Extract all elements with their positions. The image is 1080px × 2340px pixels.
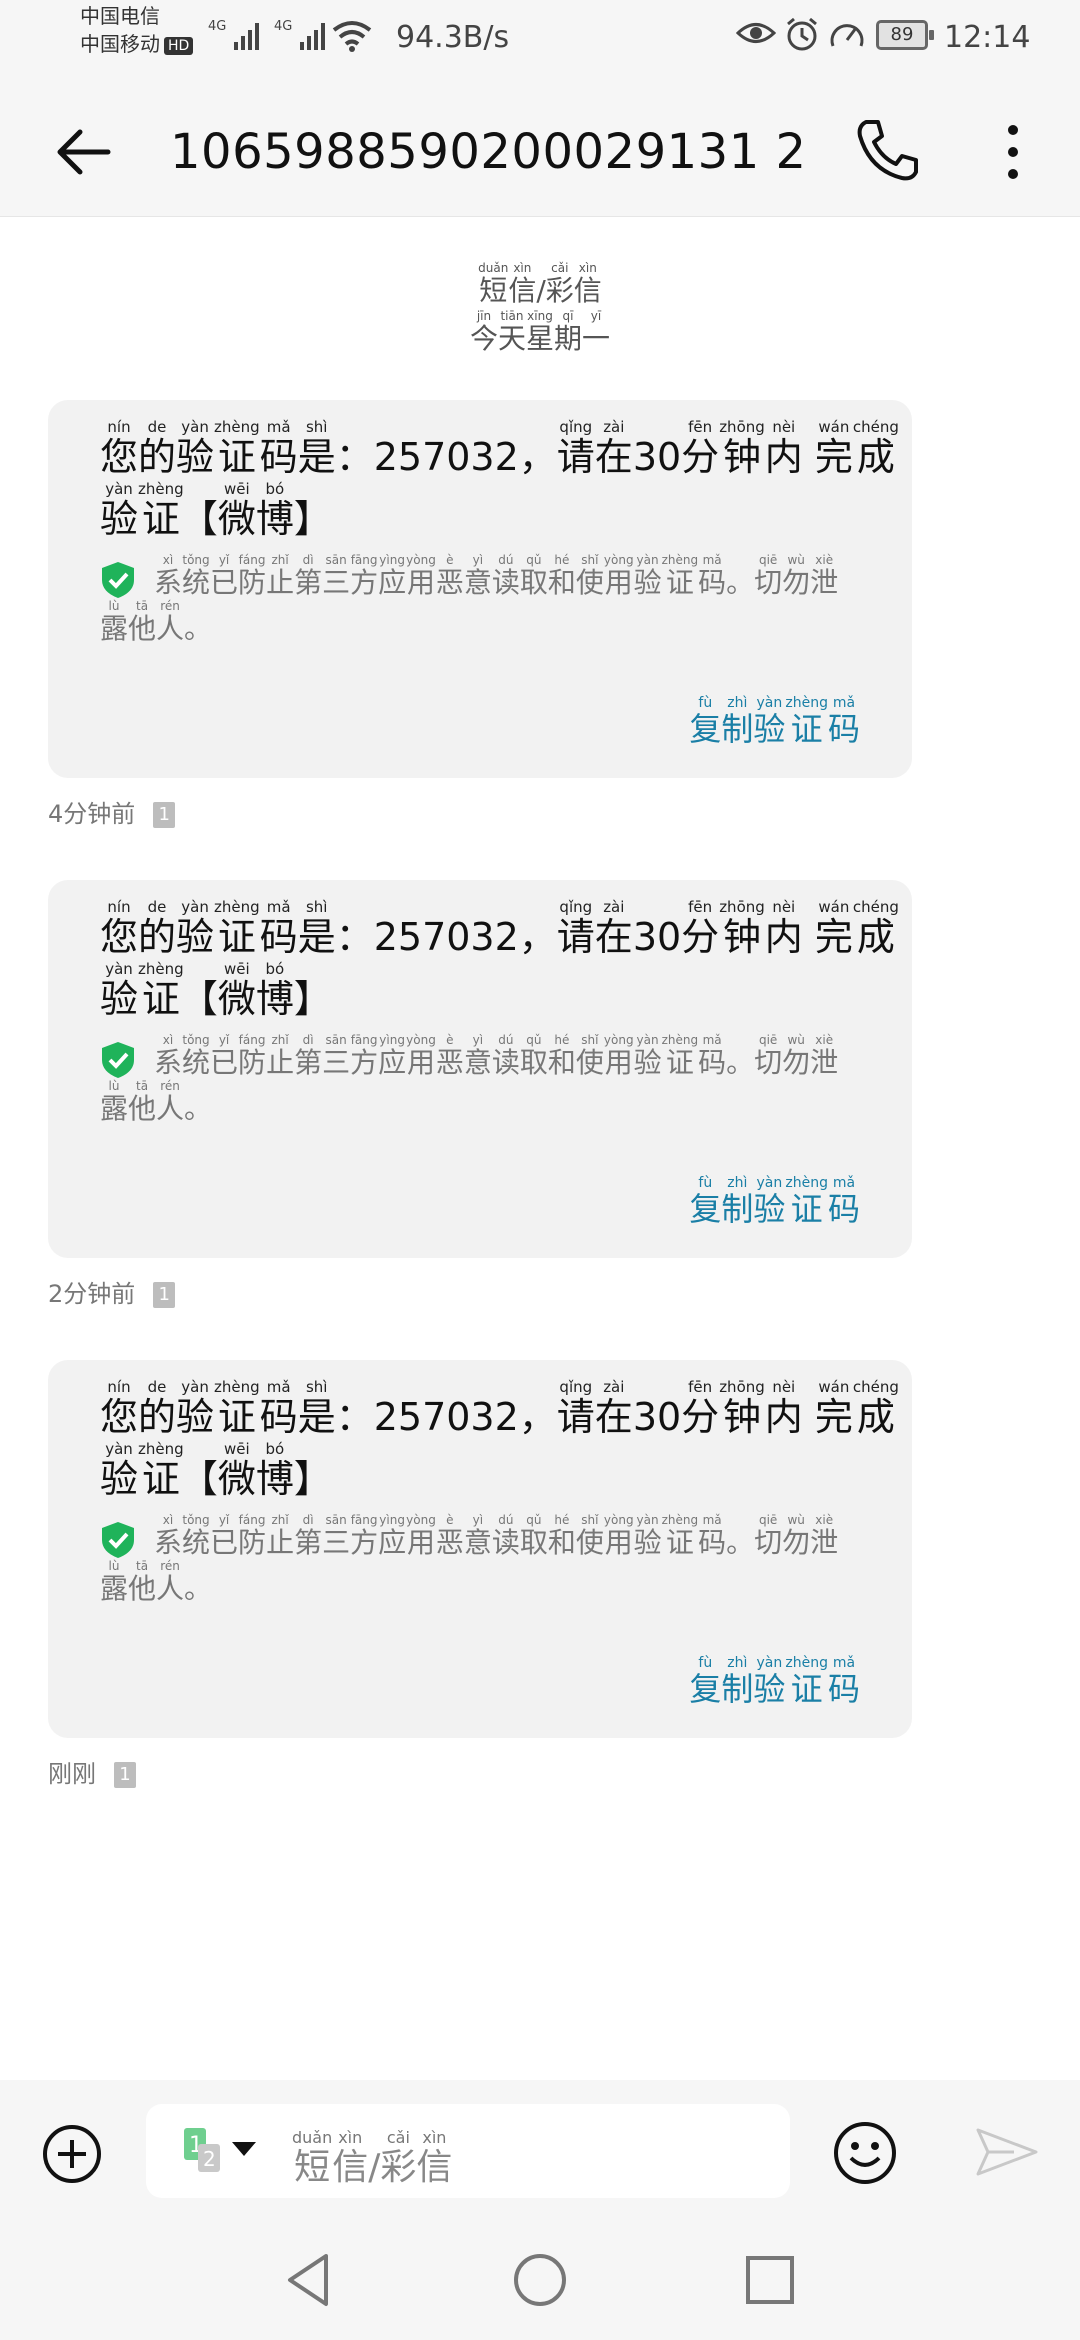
security-notice: 系xì统tǒng已yǐ防fáng止zhǐ第dì三sān方fāng应yìng用yò… <box>100 1513 839 1605</box>
sim-badge: 1 <box>153 802 176 828</box>
add-attachment-icon[interactable] <box>40 2122 104 2186</box>
nav-back-icon[interactable] <box>280 2250 340 2310</box>
message-type-label: 短duǎn信xìn/彩cǎi信xìn <box>478 261 602 307</box>
time-label: 4分钟前 <box>48 800 136 828</box>
time-label: 刚刚 <box>48 1760 96 1788</box>
security-notice: 系xì统tǒng已yǐ防fáng止zhǐ第dì三sān方fāng应yìng用yò… <box>100 553 839 645</box>
carrier-1: 中国电信 <box>80 4 160 28</box>
sim-selector-icon[interactable]: 1 2 <box>180 2126 260 2176</box>
conversation-title: 1065988590200029131 2 <box>170 124 807 180</box>
system-navigation-bar <box>0 2220 1080 2340</box>
sim-badge: 1 <box>114 1762 136 1788</box>
carrier-2: 中国移动 <box>80 32 160 56</box>
speedometer-icon <box>830 24 864 47</box>
message-bubble[interactable]: 您nín的de验yàn证zhèng码mǎ是shì：257032，请qǐng在zà… <box>48 400 912 778</box>
alarm-icon <box>787 17 817 51</box>
message-bubble[interactable]: 您nín的de验yàn证zhèng码mǎ是shì：257032，请qǐng在zà… <box>48 880 912 1258</box>
time-label: 2分钟前 <box>48 1280 136 1308</box>
date-label: 今jīn天tiān星xīng期qī一yī <box>469 309 611 355</box>
message-time: 4分钟前 1 <box>48 794 176 829</box>
battery-indicator: 89 <box>876 20 934 50</box>
network-speed: 94.3B/s <box>396 20 510 55</box>
input-placeholder: 短duǎn信xìn/彩cǎi信xìn <box>292 2128 453 2188</box>
send-icon[interactable] <box>974 2124 1040 2180</box>
copy-code-button[interactable]: 复fù制zhì验yàn证zhèng码mǎ <box>689 1655 860 1710</box>
message-bubble[interactable]: 您nín的de验yàn证zhèng码mǎ是shì：257032，请qǐng在zà… <box>48 1360 912 1738</box>
signal-4g-icon: 4G <box>208 19 259 50</box>
message-time: 2分钟前 1 <box>48 1274 176 1309</box>
back-arrow-icon[interactable] <box>52 120 116 184</box>
signal-4g-icon-2: 4G <box>274 19 325 50</box>
svg-text:2: 2 <box>203 2147 216 2171</box>
message-text[interactable]: 您nín的de验yàn证zhèng码mǎ是shì：257032，请qǐng在zà… <box>100 1378 900 1510</box>
copy-code-button[interactable]: 复fù制zhì验yàn证zhèng码mǎ <box>689 695 860 750</box>
carrier-labels: 中国电信 中国移动 HD <box>80 2 194 58</box>
conversation-header: 1065988590200029131 2 <box>0 80 1080 217</box>
composer-bar: 1 2 短duǎn信xìn/彩cǎi信xìn <box>0 2080 1080 2220</box>
message-text[interactable]: 您nín的de验yàn证zhèng码mǎ是shì：257032，请qǐng在zà… <box>100 898 900 1030</box>
message-text[interactable]: 您nín的de验yàn证zhèng码mǎ是shì：257032，请qǐng在zà… <box>100 418 900 550</box>
status-bar: 中国电信 中国移动 HD 4G 4G 94.3B/s 89 12:14 <box>0 0 1080 80</box>
wifi-icon <box>332 21 372 52</box>
message-input[interactable]: 1 2 短duǎn信xìn/彩cǎi信xìn <box>146 2104 790 2198</box>
phone-icon[interactable] <box>852 114 924 186</box>
copy-code-button[interactable]: 复fù制zhì验yàn证zhèng码mǎ <box>689 1175 860 1230</box>
eye-icon <box>736 23 776 43</box>
svg-text:4G: 4G <box>208 19 226 34</box>
security-notice: 系xì统tǒng已yǐ防fáng止zhǐ第dì三sān方fāng应yìng用yò… <box>100 1033 839 1125</box>
nav-home-icon[interactable] <box>510 2250 570 2310</box>
svg-text:4G: 4G <box>274 19 292 34</box>
nav-recents-icon[interactable] <box>740 2250 800 2310</box>
clock: 12:14 <box>944 20 1031 55</box>
emoji-icon[interactable] <box>832 2120 898 2186</box>
message-time: 刚刚 1 <box>48 1754 136 1789</box>
sim-badge: 1 <box>153 1282 176 1308</box>
hd-badge: HD <box>164 36 194 55</box>
more-vertical-icon[interactable] <box>998 116 1028 188</box>
